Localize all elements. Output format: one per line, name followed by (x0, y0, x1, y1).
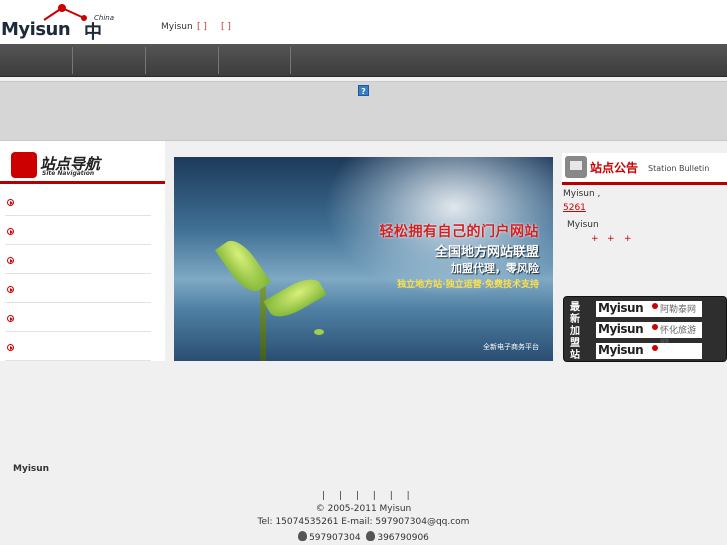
footer-qq: 597907304 396790906 (0, 531, 727, 543)
logo-word: Myisun (1, 19, 71, 40)
footer-link[interactable]: | (373, 491, 376, 501)
arrow-right-icon (7, 344, 14, 351)
nav-separator (218, 47, 219, 74)
bulletin-plus[interactable]: + (591, 234, 599, 244)
header-link-1[interactable]: [ ] (197, 22, 207, 32)
nav-separator (145, 47, 146, 74)
site-navigation-item[interactable] (5, 187, 151, 216)
newest-sites-label-char: 加 (570, 326, 580, 337)
bulletin-plus[interactable]: + (607, 234, 615, 244)
hero-headline: 轻松拥有自己的门户网站 (379, 224, 539, 240)
footer-link[interactable]: | (322, 491, 325, 501)
bulletin-title: 站点公告 (590, 161, 639, 175)
qq-icon (366, 531, 376, 541)
header-link-2[interactable]: [ ] (221, 22, 231, 32)
nav-separator (290, 47, 291, 74)
site-navigation-header: 站点导航 Site Navigation (0, 141, 165, 184)
site-card[interactable]: Myisun 阿勒泰网 (596, 301, 702, 317)
site-logo[interactable]: Myisun China 中国 (0, 2, 114, 69)
footer-link[interactable]: | (356, 491, 359, 501)
hero-subheadline: 全国地方网站联盟 (434, 245, 539, 260)
help-icon[interactable]: ? (358, 85, 369, 96)
newest-sites-label-char: 新 (570, 314, 580, 325)
top-bar: Myisun China 中国 Myisun [ ] [ ] (0, 0, 727, 69)
bulletin-icon (565, 156, 587, 178)
header-site-name: Myisun (161, 22, 193, 32)
small-sprout (314, 329, 324, 335)
page: Myisun China 中国 Myisun [ ] [ ] ? 站点导航 Si… (0, 0, 727, 545)
site-navigation-panel: 站点导航 Site Navigation (0, 141, 165, 361)
site-navigation-subtitle: Site Navigation (42, 170, 95, 177)
main-nav-bar (0, 44, 727, 77)
newest-sites-panel: 最 新 加 盟 站 Myisun 阿勒泰网 Myisun 怀化旅游网 Myisu… (563, 296, 727, 362)
hero-features: 独立地方站·独立运营·免费技术支持 (397, 280, 539, 290)
footer-copyright: © 2005-2011 Myisun (315, 504, 412, 514)
footer-link[interactable]: | (339, 491, 342, 501)
qq-icon (298, 531, 308, 541)
arrow-right-icon (7, 257, 14, 264)
site-navigation-item[interactable] (5, 274, 151, 303)
hero-banner[interactable]: 轻松拥有自己的门户网站 全国地方网站联盟 加盟代理，零风险 独立地方站·独立运营… (174, 157, 553, 361)
logo-dot-icon (652, 303, 658, 309)
logo-dot-icon (652, 324, 658, 330)
bulletin-link[interactable]: 5261 (563, 203, 586, 213)
site-card-word: Myisun (598, 322, 644, 336)
arrow-right-icon (7, 286, 14, 293)
newest-sites-label-char: 最 (570, 302, 580, 313)
station-bulletin-header: 站点公告 Station Bulletin (562, 153, 727, 185)
footer-qq-number[interactable]: 396790906 (377, 533, 429, 543)
sprout-stem (260, 287, 266, 361)
site-navigation-item[interactable] (5, 303, 151, 332)
ad-banner-strip: ? (0, 81, 727, 141)
footer-qq-number[interactable]: 597907304 (309, 533, 361, 543)
nav-separator (72, 47, 73, 74)
logo-dot-icon (652, 345, 658, 351)
bulletin-plus[interactable]: + (624, 234, 632, 244)
sprout-leaf-right (263, 272, 327, 324)
site-card-word: Myisun (598, 301, 644, 315)
site-navigation-item[interactable] (5, 245, 151, 274)
newest-sites-label-char: 站 (570, 350, 580, 361)
hero-footnote: 全新电子商务平台 (483, 343, 539, 351)
newest-sites-label: 最 新 加 盟 站 (568, 302, 582, 361)
footer-contact: Tel: 15074535261 E-mail: 597907304@qq.co… (257, 517, 470, 527)
newest-sites-label-char: 盟 (570, 338, 580, 349)
hero-tagline: 加盟代理，零风险 (451, 262, 539, 275)
arrow-right-icon (7, 228, 14, 235)
site-navigation-list (0, 187, 165, 361)
site-navigation-item[interactable] (5, 332, 151, 361)
arrow-right-icon (7, 315, 14, 322)
footer-links: | | | | | | (322, 491, 421, 501)
footer-site-name: Myisun (13, 464, 50, 474)
bulletin-subtitle: Station Bulletin (648, 164, 710, 173)
rss-icon (11, 152, 37, 178)
site-card[interactable]: Myisun 怀化旅游网 (596, 322, 702, 349)
footer-link[interactable]: | (390, 491, 393, 501)
footer-link[interactable]: | (407, 491, 410, 501)
site-navigation-item[interactable] (5, 216, 151, 245)
site-card-name: 阿勒泰网 (660, 305, 697, 315)
arrow-right-icon (7, 199, 14, 206)
site-card[interactable]: Myisun (596, 343, 702, 359)
site-card-word: Myisun (598, 343, 644, 357)
bulletin-line: Myisun , (563, 189, 601, 199)
bulletin-line: Myisun (567, 220, 599, 230)
